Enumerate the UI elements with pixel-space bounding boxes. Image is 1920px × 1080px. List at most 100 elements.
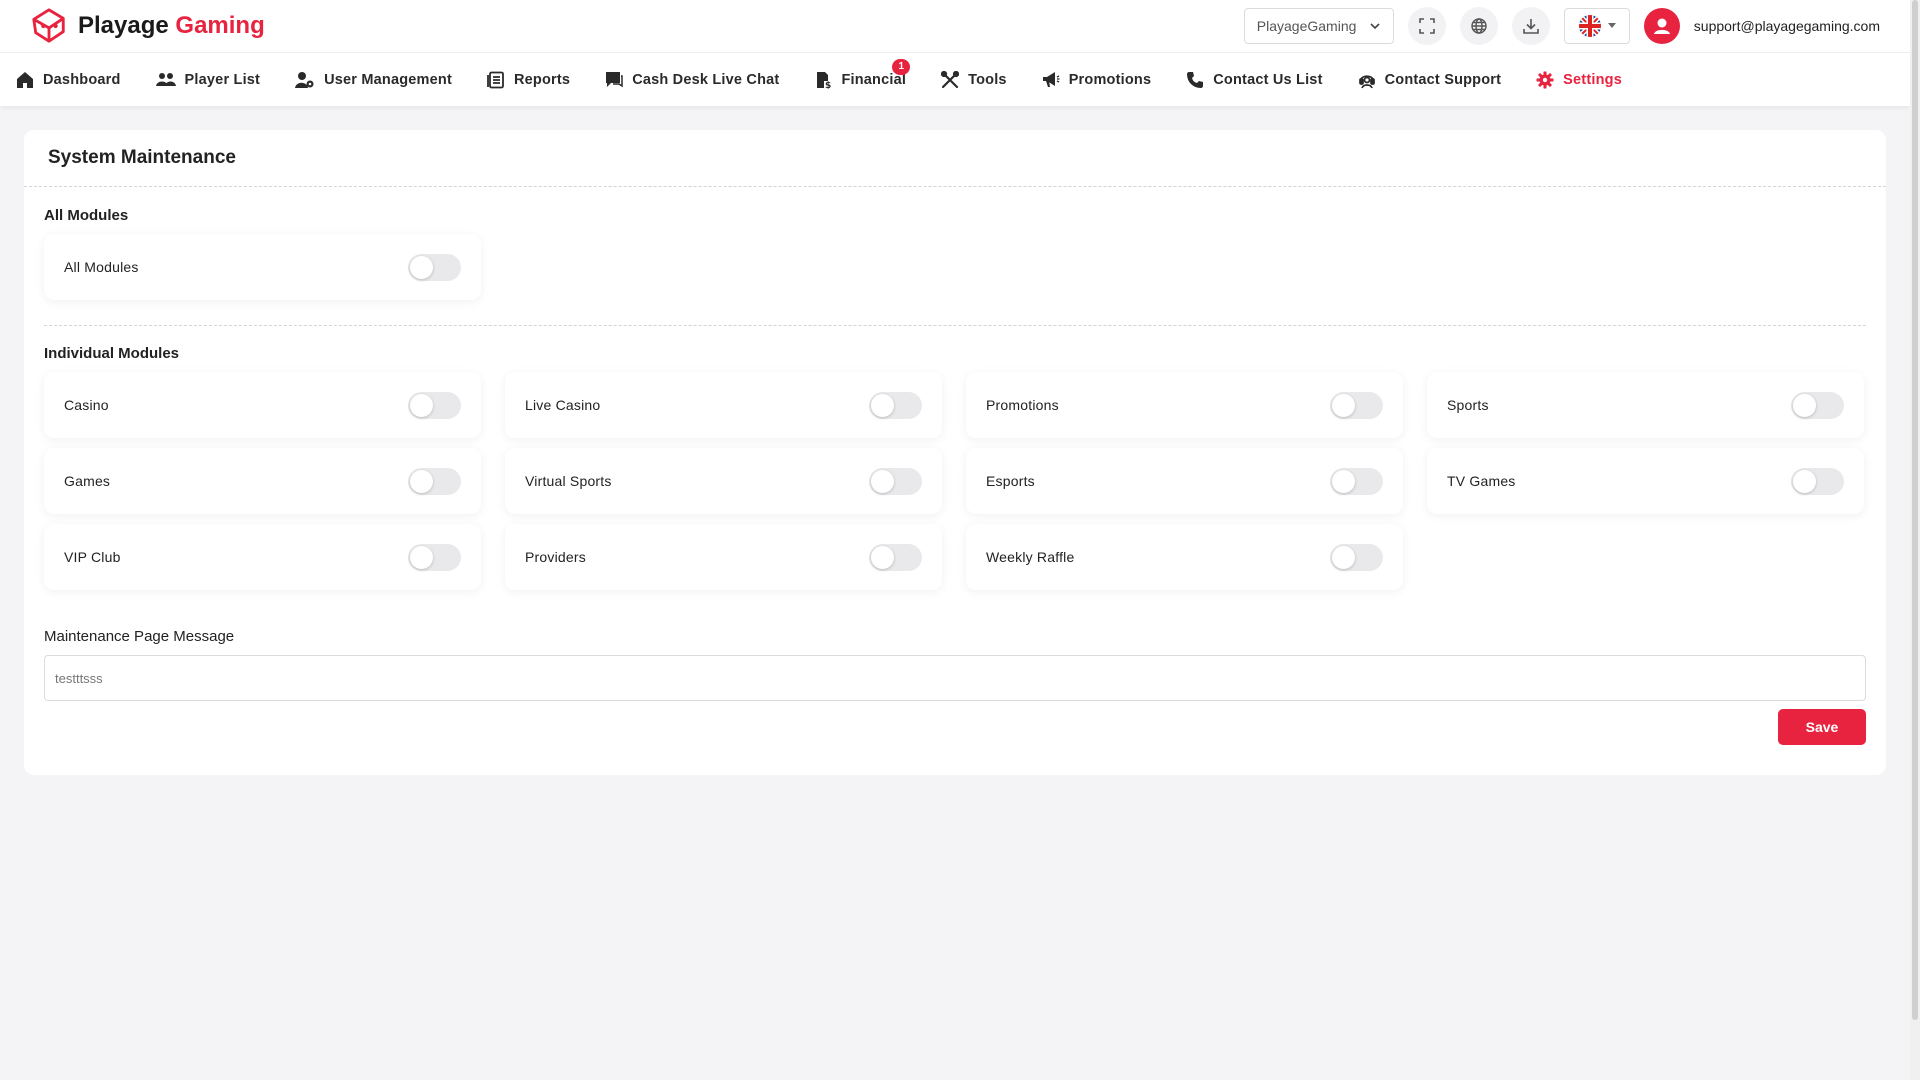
chevron-down-icon [1370, 23, 1380, 30]
module-label: All Modules [64, 259, 139, 275]
nav-item-contact-us-list[interactable]: Contact Us List [1186, 71, 1322, 89]
language-select[interactable] [1563, 8, 1630, 44]
nav-item-tools[interactable]: Tools [941, 70, 1007, 89]
toggle-switch-live-casino[interactable] [869, 391, 922, 419]
nav-item-label: Player List [184, 71, 261, 88]
module-card-tv-games: TV Games [1427, 448, 1864, 514]
toggle-knob [1793, 469, 1816, 493]
toggle-switch-sports[interactable] [1791, 391, 1844, 419]
module-card-live-casino: Live Casino [505, 372, 942, 438]
nav-item-label: Promotions [1068, 71, 1152, 88]
svg-text:$: $ [825, 81, 831, 89]
module-card-esports: Esports [966, 448, 1403, 514]
gear-icon [1536, 71, 1554, 88]
toggle-knob [410, 469, 433, 493]
nav-item-label: Dashboard [43, 71, 121, 88]
module-card-games: Games [44, 448, 481, 514]
toggle-knob [410, 545, 433, 569]
section-divider [44, 325, 1866, 326]
caret-down-icon [1607, 23, 1616, 28]
toggle-switch-esports[interactable] [1330, 467, 1383, 495]
site-select[interactable]: PlayageGaming [1243, 8, 1394, 44]
megaphone-icon [1042, 71, 1060, 87]
brand-logo-icon [32, 8, 65, 43]
download-icon [1522, 19, 1539, 34]
module-card-promotions: Promotions [966, 372, 1403, 438]
maintenance-message-label: Maintenance Page Message [44, 628, 235, 645]
nav-item-contact-support[interactable]: Contact Support [1358, 71, 1502, 89]
download-button[interactable] [1511, 7, 1550, 45]
module-label: Providers [525, 549, 586, 565]
site-select-value: PlayageGaming [1256, 18, 1357, 34]
toggle-switch-providers[interactable] [869, 543, 922, 571]
toggle-knob [410, 255, 433, 279]
globe-icon [1471, 18, 1487, 34]
toggle-switch-virtual-sports[interactable] [869, 467, 922, 495]
home-icon [17, 71, 33, 88]
nav-item-player-list[interactable]: Player List [155, 71, 261, 89]
toggle-switch-all-modules[interactable] [408, 253, 461, 281]
module-label: Virtual Sports [525, 473, 612, 489]
module-label: TV Games [1447, 473, 1516, 489]
chat-icon [606, 71, 623, 87]
module-label: VIP Club [64, 549, 121, 565]
scrollbar-thumb[interactable] [1912, 0, 1918, 1020]
toggle-switch-vip-club[interactable] [408, 543, 461, 571]
module-card-weekly-raffle: Weekly Raffle [966, 524, 1403, 590]
tools-icon [941, 70, 960, 88]
module-label: Sports [1447, 397, 1489, 413]
report-icon [487, 71, 504, 88]
brand-name-part1: Playage [78, 12, 169, 39]
toggle-switch-games[interactable] [408, 467, 461, 495]
individual-modules-grid: Casino Live Casino Promotions Sports Gam… [44, 372, 1866, 590]
module-card-sports: Sports [1427, 372, 1864, 438]
brand[interactable]: Playage Gaming [30, 7, 265, 45]
system-maintenance-card: System Maintenance All Modules All Modul… [24, 130, 1886, 775]
module-label: Games [64, 473, 111, 489]
nav-item-reports[interactable]: Reports [487, 71, 570, 89]
toggle-knob [410, 393, 433, 417]
individual-modules-heading: Individual Modules [44, 345, 180, 362]
brand-name-part2: Gaming [175, 12, 265, 39]
module-label: Promotions [986, 397, 1059, 413]
nav-item-label: Tools [968, 71, 1007, 88]
toggle-switch-weekly-raffle[interactable] [1330, 543, 1383, 571]
module-label: Esports [986, 473, 1035, 489]
toggle-knob [1793, 393, 1816, 417]
toggle-switch-casino[interactable] [408, 391, 461, 419]
nav-item-label: Settings [1563, 71, 1622, 88]
globe-button[interactable] [1459, 7, 1498, 45]
brand-name: Playage Gaming [78, 12, 265, 40]
module-label: Casino [64, 397, 109, 413]
maintenance-message-input[interactable] [44, 655, 1866, 701]
phone-icon [1187, 71, 1204, 88]
user-gear-icon [295, 71, 314, 88]
nav-item-dashboard[interactable]: Dashboard [16, 71, 121, 89]
toggle-switch-promotions[interactable] [1330, 391, 1383, 419]
nav-item-financial[interactable]: $ Financial 1 [814, 58, 911, 89]
module-card-all-modules: All Modules [44, 234, 481, 300]
module-card-providers: Providers [505, 524, 942, 590]
nav-item-settings[interactable]: Settings [1536, 71, 1622, 89]
all-modules-grid: All Modules [44, 234, 1866, 300]
nav-item-promotions[interactable]: Promotions [1042, 71, 1152, 89]
all-modules-heading: All Modules [44, 207, 129, 224]
user-icon [1653, 18, 1670, 34]
nav-item-cash-desk-live-chat[interactable]: Cash Desk Live Chat [605, 71, 779, 89]
avatar[interactable] [1643, 8, 1680, 44]
nav-item-user-management[interactable]: User Management [295, 71, 452, 89]
toggle-knob [871, 545, 894, 569]
module-label: Weekly Raffle [986, 549, 1075, 565]
toggle-switch-tv-games[interactable] [1791, 467, 1844, 495]
fullscreen-icon [1418, 18, 1435, 34]
module-card-vip-club: VIP Club [44, 524, 481, 590]
user-email[interactable]: support@playagegaming.com [1694, 18, 1880, 34]
page-title: System Maintenance [24, 130, 1886, 187]
save-button[interactable]: Save [1778, 709, 1866, 745]
page-scrollbar[interactable] [1910, 0, 1920, 1080]
users-icon [155, 72, 176, 86]
fullscreen-button[interactable] [1407, 7, 1446, 45]
top-header: Playage Gaming PlayageGaming support@pla… [0, 0, 1910, 52]
nav-item-label: User Management [324, 71, 452, 88]
toggle-knob [1332, 545, 1355, 569]
